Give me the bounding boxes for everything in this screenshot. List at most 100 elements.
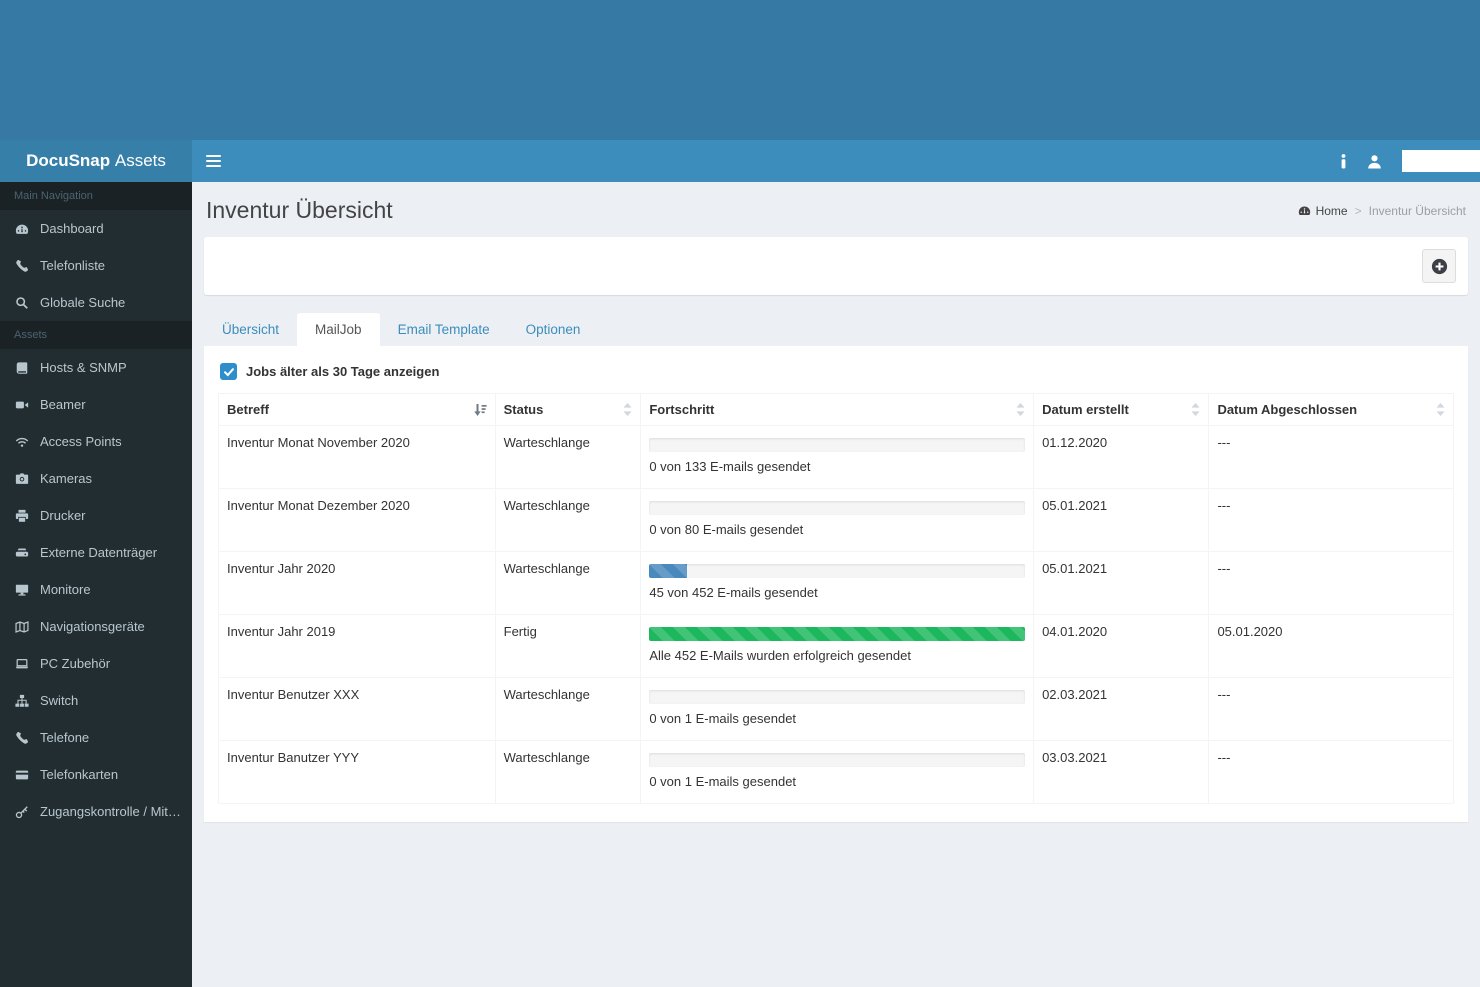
printer-icon: [14, 508, 30, 524]
cell-betreff: Inventur Monat Dezember 2020: [218, 488, 496, 552]
breadcrumb-home-label: Home: [1315, 203, 1348, 218]
sidebar-item[interactable]: Externe Datenträger: [0, 534, 192, 571]
progress-label: 0 von 133 E-mails gesendet: [649, 459, 811, 474]
column-header[interactable]: Status: [494, 393, 642, 426]
column-label: Datum Abgeschlossen: [1217, 402, 1358, 417]
cell-progress: 45 von 452 E-mails gesendet: [640, 551, 1035, 615]
sidebar-item[interactable]: Dashboard: [0, 210, 192, 247]
app-window: DocuSnap Assets Main Navigation Dashboar…: [0, 140, 1480, 987]
monitor-icon: [14, 582, 30, 598]
cell-created: 02.03.2021: [1033, 677, 1210, 741]
sidebar-item[interactable]: Navigationsgeräte: [0, 608, 192, 645]
cell-created: 05.01.2021: [1033, 551, 1210, 615]
cell-betreff: Inventur Benutzer XXX: [218, 677, 496, 741]
column-header[interactable]: Fortschritt: [640, 393, 1035, 426]
cell-completed: ---: [1208, 551, 1454, 615]
check-icon: [223, 367, 234, 377]
video-camera-icon: [14, 397, 30, 413]
cell-progress: 0 von 1 E-mails gesendet: [640, 740, 1035, 804]
tab[interactable]: MailJob: [297, 313, 380, 346]
hamburger-icon[interactable]: [206, 155, 221, 167]
sidebar-item[interactable]: Telefonkarten: [0, 756, 192, 793]
sidebar-assets-list: Hosts & SNMP Beamer Access Points Kamera…: [0, 349, 192, 830]
column-header[interactable]: Datum erstellt: [1033, 393, 1210, 426]
sidebar-item-label: Beamer: [40, 397, 86, 412]
navbar-right: [1340, 150, 1480, 172]
sidebar-item[interactable]: Zugangskontrolle / Mitarbei…: [0, 793, 192, 830]
sidebar-main-nav-list: Dashboard Telefonliste Globale Suche: [0, 210, 192, 321]
info-icon[interactable]: [1340, 153, 1347, 169]
cell-progress: 0 von 133 E-mails gesendet: [640, 425, 1035, 489]
sidebar-item-label: Hosts & SNMP: [40, 360, 127, 375]
sidebar-item[interactable]: Telefonliste: [0, 247, 192, 284]
table-row: Inventur Banutzer YYY Warteschlange 0 vo…: [218, 740, 1454, 804]
cell-status: Warteschlange: [494, 677, 642, 741]
external-drive-icon: [14, 545, 30, 561]
sidebar-item[interactable]: Globale Suche: [0, 284, 192, 321]
sort-updown-icon: [623, 403, 632, 416]
content-header: Inventur Übersicht Home > Inventur Übers…: [204, 182, 1468, 237]
tab[interactable]: Optionen: [508, 313, 599, 346]
filter-label[interactable]: Jobs älter als 30 Tage anzeigen: [246, 364, 439, 379]
filter-row: Jobs älter als 30 Tage anzeigen: [218, 356, 1454, 393]
plus-circle-icon: [1431, 258, 1447, 274]
sidebar-item[interactable]: Telefone: [0, 719, 192, 756]
table-head: Betreff Status Fortschritt Datum erstell…: [218, 393, 1454, 426]
cell-completed: ---: [1208, 740, 1454, 804]
laptop-icon: [14, 656, 30, 672]
table-row: Inventur Benutzer XXX Warteschlange 0 vo…: [218, 677, 1454, 741]
show-old-jobs-checkbox[interactable]: [220, 363, 237, 380]
column-header[interactable]: Datum Abgeschlossen: [1208, 393, 1454, 426]
add-button[interactable]: [1422, 249, 1456, 283]
book-icon: [14, 360, 30, 376]
brand-logo[interactable]: DocuSnap Assets: [0, 140, 192, 182]
table-row: Inventur Monat November 2020 Warteschlan…: [218, 425, 1454, 489]
cell-created: 04.01.2020: [1033, 614, 1210, 678]
sidebar-item-label: Telefone: [40, 730, 90, 745]
tab[interactable]: Email Template: [380, 313, 508, 346]
cell-status: Warteschlange: [494, 425, 642, 489]
sidebar-item[interactable]: Beamer: [0, 386, 192, 423]
column-label: Fortschritt: [649, 402, 715, 417]
sidebar-item[interactable]: PC Zubehör: [0, 645, 192, 682]
cell-created: 05.01.2021: [1033, 488, 1210, 552]
progress-bar-track: [649, 501, 1026, 515]
cell-betreff: Inventur Banutzer YYY: [218, 740, 496, 804]
table-row: Inventur Jahr 2020 Warteschlange 45 von …: [218, 551, 1454, 615]
table-row: Inventur Jahr 2019 Fertig Alle 452 E-Mai…: [218, 614, 1454, 678]
progress-label: 45 von 452 E-mails gesendet: [649, 585, 818, 600]
navbar: [192, 140, 1480, 182]
user-name-box[interactable]: [1402, 150, 1480, 172]
page-title: Inventur Übersicht: [206, 197, 393, 223]
search-icon: [14, 295, 30, 311]
cell-progress: 0 von 80 E-mails gesendet: [640, 488, 1035, 552]
progress-label: 0 von 80 E-mails gesendet: [649, 522, 804, 537]
map-icon: [14, 619, 30, 635]
phone-icon: [14, 730, 30, 746]
sidebar-item[interactable]: Switch: [0, 682, 192, 719]
sort-updown-icon: [1436, 403, 1445, 416]
sidebar-item[interactable]: Hosts & SNMP: [0, 349, 192, 386]
cell-progress: Alle 452 E-Mails wurden erfolgreich gese…: [640, 614, 1035, 678]
camera-icon: [14, 471, 30, 487]
column-label: Status: [503, 402, 544, 417]
sidebar-item[interactable]: Access Points: [0, 423, 192, 460]
breadcrumb-home-link[interactable]: Home: [1298, 204, 1348, 218]
sort-desc-icon: [473, 403, 487, 416]
column-header[interactable]: Betreff: [218, 393, 496, 426]
user-icon[interactable]: [1367, 154, 1382, 169]
progress-bar-track: [649, 564, 1026, 578]
cell-completed: ---: [1208, 488, 1454, 552]
tab[interactable]: Übersicht: [204, 313, 297, 346]
header-bar: DocuSnap Assets: [0, 140, 1480, 182]
sidebar-item[interactable]: Kameras: [0, 460, 192, 497]
sidebar-item-label: Switch: [40, 693, 79, 708]
table-row: Inventur Monat Dezember 2020 Warteschlan…: [218, 488, 1454, 552]
sidebar-item-label: PC Zubehör: [40, 656, 111, 671]
sidebar-item-label: Telefonliste: [40, 258, 106, 273]
sidebar-item[interactable]: Monitore: [0, 571, 192, 608]
key-icon: [14, 804, 30, 820]
cell-betreff: Inventur Jahr 2019: [218, 614, 496, 678]
sidebar-item[interactable]: Drucker: [0, 497, 192, 534]
sidebar-item-label: Globale Suche: [40, 295, 126, 310]
